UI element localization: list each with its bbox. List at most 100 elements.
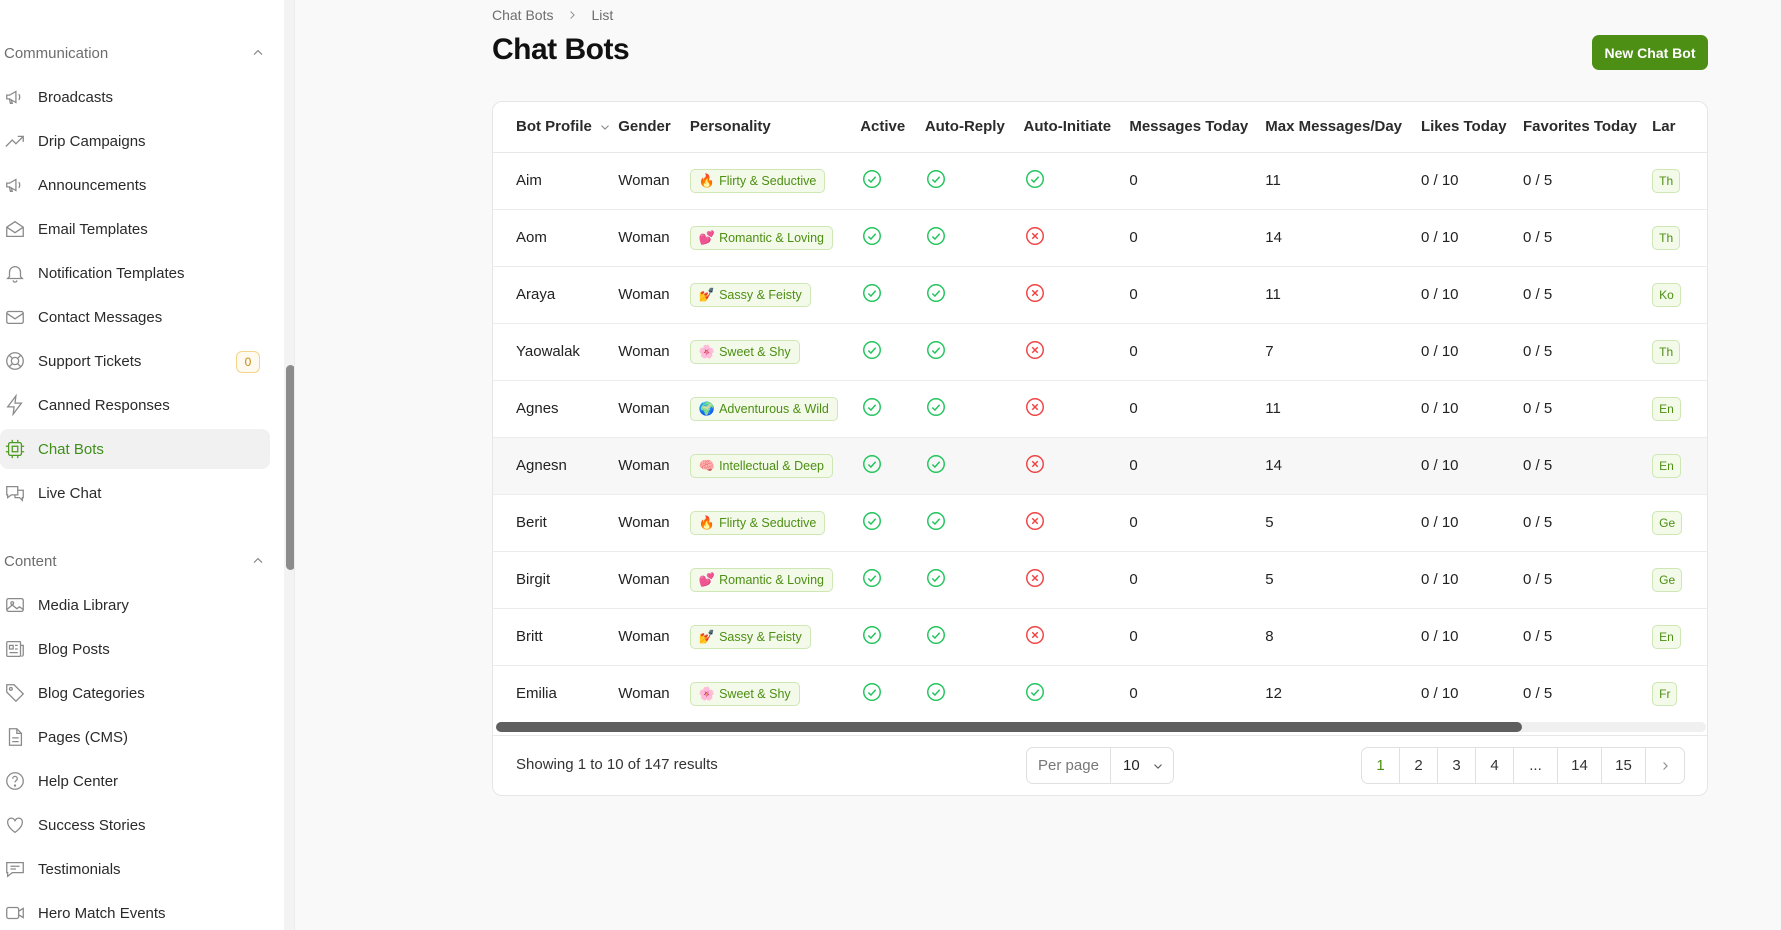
personality-label: Sweet & Shy bbox=[719, 344, 791, 359]
sidebar-item-email-templates[interactable]: Email Templates bbox=[0, 209, 270, 249]
page-button-3[interactable]: 3 bbox=[1438, 748, 1476, 783]
column-header-inner: Active bbox=[860, 118, 925, 135]
sidebar-item-live-chat[interactable]: Live Chat bbox=[0, 473, 270, 513]
active-status-cell bbox=[860, 665, 925, 722]
per-page-label: Per page bbox=[1027, 748, 1111, 783]
likes-today-cell: 0 / 10 bbox=[1420, 437, 1523, 495]
sidebar-item-notification-templates[interactable]: Notification Templates bbox=[0, 253, 270, 293]
table-row[interactable]: Birgit Woman 💕 Romantic & Loving 0 5 0 / 10 0 /… bbox=[493, 551, 1707, 609]
table-row[interactable]: Araya Woman 💅 Sassy & Feisty 0 11 0 / 10 0 / 5 K… bbox=[493, 266, 1707, 324]
table-row[interactable]: Emilia Woman 🌸 Sweet & Shy 0 12 0 / 10 0 / 5 Fr bbox=[493, 665, 1707, 722]
sidebar-item-media-library[interactable]: Media Library bbox=[0, 585, 270, 625]
bot-name-cell[interactable]: Berit bbox=[493, 494, 619, 552]
table-row[interactable]: Agnesn Woman 🧠 Intellectual & Deep 0 14 0 / 10… bbox=[493, 437, 1707, 495]
check-circle-icon bbox=[926, 625, 945, 644]
sidebar-item-help-center[interactable]: Help Center bbox=[0, 761, 270, 801]
bot-name-cell[interactable]: Agnes bbox=[493, 380, 619, 438]
sidebar-item-blog-posts[interactable]: Blog Posts bbox=[0, 629, 270, 669]
bot-name-cell[interactable]: Agnesn bbox=[493, 437, 619, 495]
likes-today: 0 / 10 bbox=[1420, 457, 1459, 474]
sidebar-scrollbar-thumb[interactable] bbox=[286, 365, 294, 570]
table-row[interactable]: Yaowalak Woman 🌸 Sweet & Shy 0 7 0 / 10 0 / 5 Th bbox=[493, 323, 1707, 381]
check-circle-icon bbox=[863, 340, 882, 359]
column-header-label: Bot Profile bbox=[516, 118, 592, 136]
table-row[interactable]: Agnes Woman 🌍 Adventurous & Wild 0 11 0 / 10 0 … bbox=[493, 380, 1707, 438]
personality-label: Intellectual & Deep bbox=[719, 458, 825, 473]
table-scroll-area[interactable]: Bot Profile Gender Personality Active Auto-R… bbox=[493, 102, 1707, 722]
per-page-value[interactable]: 10 bbox=[1111, 748, 1173, 783]
support-tickets-count-badge: 0 bbox=[236, 351, 260, 373]
check-circle-icon bbox=[926, 283, 945, 302]
messages-today-cell: 0 bbox=[1129, 152, 1266, 210]
bot-name-cell[interactable]: Araya bbox=[493, 266, 619, 324]
page-button-15[interactable]: 15 bbox=[1602, 748, 1646, 783]
sidebar-item-pages-cms[interactable]: Pages (CMS) bbox=[0, 717, 270, 757]
personality-cell: 🔥 Flirty & Seductive bbox=[689, 494, 861, 552]
horizontal-scrollbar-track[interactable] bbox=[496, 722, 1706, 732]
sidebar-item-contact-messages[interactable]: Contact Messages bbox=[0, 297, 270, 337]
sidebar-item-broadcasts[interactable]: Broadcasts bbox=[0, 77, 270, 117]
sidebar-item-announcements[interactable]: Announcements bbox=[0, 165, 270, 205]
sidebar-item-canned-responses[interactable]: Canned Responses bbox=[0, 385, 270, 425]
language-badge: Ge bbox=[1652, 567, 1683, 592]
bot-name-cell[interactable]: Emilia bbox=[493, 665, 619, 722]
chat-bubble-icon bbox=[4, 858, 26, 880]
bot-name-cell[interactable]: Aom bbox=[493, 209, 619, 267]
bot-name-cell[interactable]: Britt bbox=[493, 608, 619, 666]
bot-name: Yaowalak bbox=[516, 343, 580, 360]
column-header-bot-profile[interactable]: Bot Profile bbox=[493, 102, 619, 153]
personality-emoji: 🌸 bbox=[698, 343, 716, 359]
table-row[interactable]: Berit Woman 🔥 Flirty & Seductive 0 5 0 / 10 0 /… bbox=[493, 494, 1707, 552]
bot-name-cell[interactable]: Aim bbox=[493, 152, 619, 210]
auto-initiate-status-cell bbox=[1023, 209, 1130, 267]
column-header-label: Max Messages/Day bbox=[1265, 118, 1403, 136]
sidebar-item-success-stories[interactable]: Success Stories bbox=[0, 805, 270, 845]
new-chat-bot-button[interactable]: New Chat Bot bbox=[1592, 35, 1708, 70]
page-button-14[interactable]: 14 bbox=[1558, 748, 1602, 783]
horizontal-scrollbar-thumb[interactable] bbox=[496, 722, 1522, 732]
bot-name-cell[interactable]: Yaowalak bbox=[493, 323, 619, 381]
breadcrumb-parent-link[interactable]: Chat Bots bbox=[492, 7, 553, 23]
check-circle-icon bbox=[863, 226, 882, 245]
table-row[interactable]: Aim Woman 🔥 Flirty & Seductive 0 11 0 / 10 0 / … bbox=[493, 152, 1707, 210]
sidebar-item-label: Canned Responses bbox=[38, 396, 170, 414]
sidebar-item-hero-match-events[interactable]: Hero Match Events bbox=[0, 893, 270, 930]
video-camera-icon bbox=[4, 902, 26, 924]
favorites-today: 0 / 5 bbox=[1522, 229, 1553, 246]
max-messages: 11 bbox=[1265, 400, 1281, 417]
language-cell: Ge bbox=[1652, 551, 1707, 609]
sidebar-item-label: Support Tickets bbox=[38, 352, 142, 370]
personality-badge: 🧠 Intellectual & Deep bbox=[689, 453, 834, 478]
language-cell: Th bbox=[1652, 152, 1707, 210]
check-circle-icon bbox=[1025, 169, 1044, 188]
table-row[interactable]: Britt Woman 💅 Sassy & Feisty 0 8 0 / 10 0 / 5 En bbox=[493, 608, 1707, 666]
table-row[interactable]: Aom Woman 💕 Romantic & Loving 0 14 0 / 10 0 / 5… bbox=[493, 209, 1707, 267]
sidebar-item-drip-campaigns[interactable]: Drip Campaigns bbox=[0, 121, 270, 161]
x-circle-icon bbox=[1025, 625, 1044, 644]
personality-cell: 🌸 Sweet & Shy bbox=[689, 323, 861, 381]
gender-cell: Woman bbox=[618, 380, 690, 438]
max-messages: 14 bbox=[1265, 229, 1282, 246]
sidebar-item-label: Blog Categories bbox=[38, 684, 145, 702]
page-button-1[interactable]: 1 bbox=[1362, 748, 1400, 783]
nav-group-content[interactable]: Content bbox=[4, 549, 266, 573]
likes-today-cell: 0 / 10 bbox=[1420, 551, 1523, 609]
gender: Woman bbox=[618, 400, 670, 417]
likes-today: 0 / 10 bbox=[1420, 286, 1459, 303]
sidebar-item-chat-bots[interactable]: Chat Bots bbox=[0, 429, 270, 469]
max-messages-cell: 5 bbox=[1265, 551, 1421, 609]
table-header-row: Bot Profile Gender Personality Active Auto-R… bbox=[493, 102, 1707, 153]
bot-name-cell[interactable]: Birgit bbox=[493, 551, 619, 609]
sidebar-item-testimonials[interactable]: Testimonials bbox=[0, 849, 270, 889]
sidebar-item-blog-categories[interactable]: Blog Categories bbox=[0, 673, 270, 713]
per-page-select[interactable]: Per page 10 bbox=[1026, 747, 1174, 784]
next-page-button[interactable] bbox=[1646, 748, 1684, 783]
column-header-gender: Gender bbox=[618, 102, 690, 153]
gender-cell: Woman bbox=[618, 209, 690, 267]
sidebar-item-support-tickets[interactable]: Support Tickets 0 bbox=[0, 341, 270, 381]
x-circle-icon bbox=[1025, 511, 1044, 530]
nav-group-communication[interactable]: Communication bbox=[4, 41, 266, 65]
page-button-4[interactable]: 4 bbox=[1476, 748, 1514, 783]
favorites-today-cell: 0 / 5 bbox=[1522, 323, 1653, 381]
page-button-2[interactable]: 2 bbox=[1400, 748, 1438, 783]
